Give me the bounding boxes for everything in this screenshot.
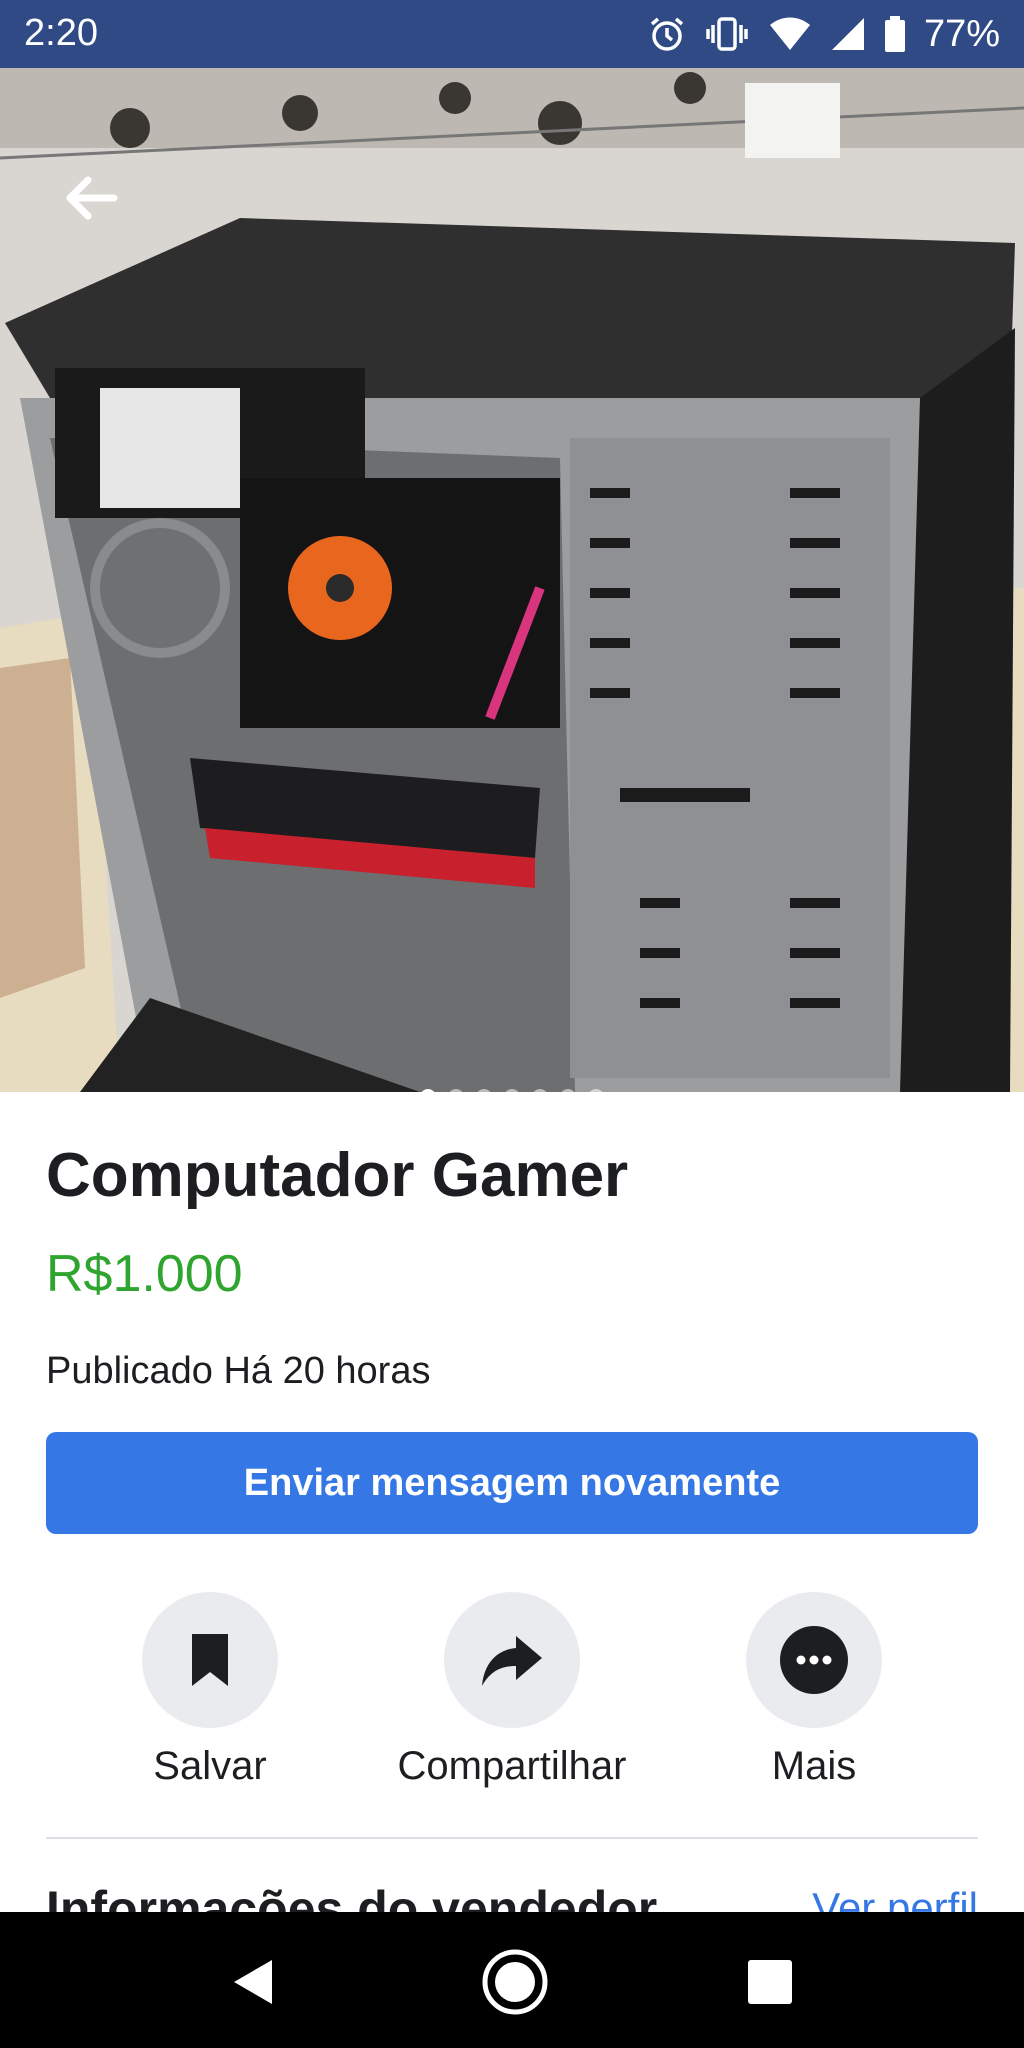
- vibrate-icon: [704, 15, 750, 53]
- signal-icon: [830, 16, 866, 52]
- pagination-dot: [560, 1089, 576, 1092]
- listing-photo[interactable]: [0, 68, 1024, 1092]
- alarm-icon: [648, 15, 686, 53]
- arrow-left-icon: [66, 176, 118, 220]
- share-button[interactable]: Compartilhar: [382, 1592, 642, 1789]
- pagination-dot: [448, 1089, 464, 1092]
- pagination-dot: [504, 1089, 520, 1092]
- more-button[interactable]: Mais: [684, 1592, 944, 1789]
- nav-back-button[interactable]: [224, 1952, 284, 2012]
- send-message-button[interactable]: Enviar mensagem novamente: [46, 1432, 978, 1534]
- square-recents-icon: [748, 1960, 792, 2004]
- back-button[interactable]: [60, 168, 120, 228]
- more-label: Mais: [771, 1744, 857, 1788]
- save-button[interactable]: Salvar: [80, 1592, 340, 1789]
- save-label: Salvar: [153, 1744, 267, 1788]
- listing-title: Computador Gamer: [46, 1141, 629, 1210]
- divider: [46, 1837, 978, 1839]
- pagination-dot: [588, 1089, 604, 1092]
- photo-pagination: [0, 1089, 1024, 1092]
- wifi-icon: [768, 16, 812, 52]
- battery-percent: 77%: [923, 12, 1000, 55]
- share-icon: [482, 1636, 542, 1686]
- status-bar: 2:20 77%: [0, 0, 1024, 68]
- computer-case-photo: [0, 68, 1024, 1092]
- nav-home-button[interactable]: [481, 1948, 549, 2016]
- triangle-back-icon: [234, 1960, 272, 2004]
- system-navigation-bar: [0, 1912, 1024, 2048]
- pagination-dot: [532, 1089, 548, 1092]
- listing-price: R$1.000: [46, 1245, 243, 1303]
- bookmark-icon: [192, 1634, 228, 1686]
- battery-icon: [884, 15, 906, 53]
- pagination-dot: [420, 1089, 436, 1092]
- nav-recents-button[interactable]: [740, 1952, 800, 2012]
- posted-time: Publicado Há 20 horas: [46, 1350, 431, 1392]
- pagination-dot: [476, 1089, 492, 1092]
- share-label: Compartilhar: [397, 1744, 627, 1788]
- more-icon: [780, 1626, 848, 1694]
- status-icons: 77%: [648, 10, 1000, 58]
- action-row: Salvar Compartilhar Mais: [46, 1592, 978, 1812]
- home-circle-icon: [482, 1949, 548, 2015]
- status-time: 2:20: [24, 12, 98, 54]
